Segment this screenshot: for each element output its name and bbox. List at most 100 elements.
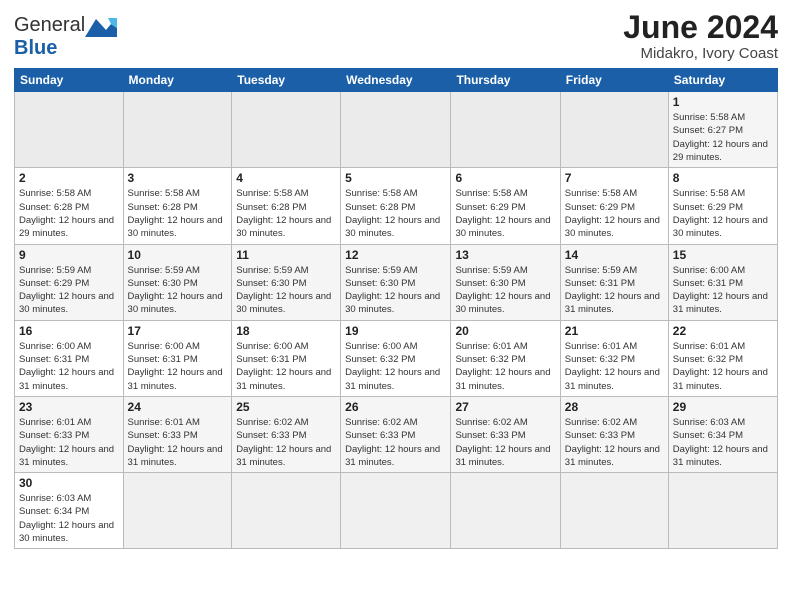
day-info: Sunrise: 5:58 AMSunset: 6:29 PMDaylight:… [455,187,555,240]
calendar-cell: 3 Sunrise: 5:58 AMSunset: 6:28 PMDaylight… [123,168,232,244]
day-info: Sunrise: 6:02 AMSunset: 6:33 PMDaylight:… [236,416,336,469]
calendar-cell: 2Sunrise: 5:58 AMSunset: 6:28 PMDaylight… [15,168,124,244]
day-number: 21 [565,324,664,338]
day-info: Sunrise: 5:58 AMSunset: 6:28 PMDaylight:… [128,187,228,240]
calendar-cell: 5 Sunrise: 5:58 AMSunset: 6:28 PMDaylight… [341,168,451,244]
calendar-cell [341,92,451,168]
calendar-week-row: 1 Sunrise: 5:58 AMSunset: 6:27 PMDaylight… [15,92,778,168]
col-saturday: Saturday [668,69,777,92]
day-number: 16 [19,324,119,338]
day-info: Sunrise: 6:00 AMSunset: 6:31 PMDaylight:… [673,264,773,317]
col-tuesday: Tuesday [232,69,341,92]
day-info: Sunrise: 6:02 AMSunset: 6:33 PMDaylight:… [565,416,664,469]
calendar-cell [232,473,341,549]
day-info: Sunrise: 5:59 AMSunset: 6:30 PMDaylight:… [345,264,446,317]
day-info: Sunrise: 5:59 AMSunset: 6:30 PMDaylight:… [128,264,228,317]
col-wednesday: Wednesday [341,69,451,92]
day-number: 25 [236,400,336,414]
day-number: 6 [455,171,555,185]
calendar-cell: 6 Sunrise: 5:58 AMSunset: 6:29 PMDaylight… [451,168,560,244]
calendar-cell: 27Sunrise: 6:02 AMSunset: 6:33 PMDayligh… [451,396,560,472]
day-info: Sunrise: 5:58 AMSunset: 6:27 PMDaylight:… [673,111,773,164]
day-info: Sunrise: 5:58 AMSunset: 6:29 PMDaylight:… [673,187,773,240]
day-number: 18 [236,324,336,338]
day-number: 28 [565,400,664,414]
day-number: 12 [345,248,446,262]
day-info: Sunrise: 6:00 AMSunset: 6:31 PMDaylight:… [128,340,228,393]
col-monday: Monday [123,69,232,92]
title-block: June 2024 Midakro, Ivory Coast [623,10,778,62]
calendar-cell: 23 Sunrise: 6:01 AMSunset: 6:33 PMDayligh… [15,396,124,472]
col-friday: Friday [560,69,668,92]
calendar-table: Sunday Monday Tuesday Wednesday Thursday… [14,68,778,549]
calendar-week-row: 23 Sunrise: 6:01 AMSunset: 6:33 PMDayligh… [15,396,778,472]
day-info: Sunrise: 6:01 AMSunset: 6:32 PMDaylight:… [565,340,664,393]
day-number: 30 [19,476,119,490]
day-number: 14 [565,248,664,262]
calendar-cell: 10Sunrise: 5:59 AMSunset: 6:30 PMDayligh… [123,244,232,320]
calendar-cell [451,473,560,549]
calendar-title: June 2024 [623,10,778,45]
day-number: 26 [345,400,446,414]
day-number: 2 [19,171,119,185]
calendar-cell: 29Sunrise: 6:03 AMSunset: 6:34 PMDayligh… [668,396,777,472]
day-number: 1 [673,95,773,109]
calendar-cell: 30 Sunrise: 6:03 AMSunset: 6:34 PMDayligh… [15,473,124,549]
calendar-cell: 4Sunrise: 5:58 AMSunset: 6:28 PMDaylight… [232,168,341,244]
calendar-week-row: 30 Sunrise: 6:03 AMSunset: 6:34 PMDayligh… [15,473,778,549]
day-info: Sunrise: 5:59 AMSunset: 6:30 PMDaylight:… [236,264,336,317]
day-info: Sunrise: 6:00 AMSunset: 6:31 PMDaylight:… [236,340,336,393]
day-info: Sunrise: 5:58 AMSunset: 6:28 PMDaylight:… [345,187,446,240]
day-number: 17 [128,324,228,338]
calendar-cell: 26 Sunrise: 6:02 AMSunset: 6:33 PMDayligh… [341,396,451,472]
day-number: 23 [19,400,119,414]
calendar-cell [232,92,341,168]
day-info: Sunrise: 6:03 AMSunset: 6:34 PMDaylight:… [19,492,119,545]
calendar-cell [15,92,124,168]
day-info: Sunrise: 6:01 AMSunset: 6:32 PMDaylight:… [673,340,773,393]
calendar-cell [560,473,668,549]
logo-blue: Blue [14,37,57,60]
calendar-cell: 14 Sunrise: 5:59 AMSunset: 6:31 PMDayligh… [560,244,668,320]
calendar-subtitle: Midakro, Ivory Coast [623,45,778,62]
day-info: Sunrise: 6:01 AMSunset: 6:32 PMDaylight:… [455,340,555,393]
day-number: 15 [673,248,773,262]
calendar-cell: 13 Sunrise: 5:59 AMSunset: 6:30 PMDayligh… [451,244,560,320]
calendar-cell: 8 Sunrise: 5:58 AMSunset: 6:29 PMDaylight… [668,168,777,244]
day-info: Sunrise: 6:02 AMSunset: 6:33 PMDaylight:… [345,416,446,469]
calendar-cell [668,473,777,549]
col-sunday: Sunday [15,69,124,92]
calendar-cell: 18 Sunrise: 6:00 AMSunset: 6:31 PMDayligh… [232,320,341,396]
calendar-cell [560,92,668,168]
logo-general: General [14,14,85,37]
day-info: Sunrise: 6:00 AMSunset: 6:31 PMDaylight:… [19,340,119,393]
day-number: 5 [345,171,446,185]
calendar-cell [123,92,232,168]
calendar-week-row: 9Sunrise: 5:59 AMSunset: 6:29 PMDaylight… [15,244,778,320]
day-info: Sunrise: 5:58 AMSunset: 6:29 PMDaylight:… [565,187,664,240]
calendar-cell: 15 Sunrise: 6:00 AMSunset: 6:31 PMDayligh… [668,244,777,320]
day-number: 20 [455,324,555,338]
day-number: 7 [565,171,664,185]
calendar-cell: 20 Sunrise: 6:01 AMSunset: 6:32 PMDayligh… [451,320,560,396]
calendar-cell: 7 Sunrise: 5:58 AMSunset: 6:29 PMDaylight… [560,168,668,244]
day-info: Sunrise: 5:59 AMSunset: 6:29 PMDaylight:… [19,264,119,317]
day-number: 8 [673,171,773,185]
day-number: 13 [455,248,555,262]
day-info: Sunrise: 6:02 AMSunset: 6:33 PMDaylight:… [455,416,555,469]
day-number: 19 [345,324,446,338]
day-info: Sunrise: 5:59 AMSunset: 6:31 PMDaylight:… [565,264,664,317]
day-number: 3 [128,171,228,185]
day-number: 4 [236,171,336,185]
calendar-cell: 22Sunrise: 6:01 AMSunset: 6:32 PMDayligh… [668,320,777,396]
calendar-header-row: Sunday Monday Tuesday Wednesday Thursday… [15,69,778,92]
calendar-week-row: 16 Sunrise: 6:00 AMSunset: 6:31 PMDayligh… [15,320,778,396]
day-number: 24 [128,400,228,414]
day-info: Sunrise: 6:00 AMSunset: 6:32 PMDaylight:… [345,340,446,393]
day-info: Sunrise: 6:01 AMSunset: 6:33 PMDaylight:… [128,416,228,469]
calendar-cell: 24 Sunrise: 6:01 AMSunset: 6:33 PMDayligh… [123,396,232,472]
day-info: Sunrise: 5:59 AMSunset: 6:30 PMDaylight:… [455,264,555,317]
calendar-cell: 25 Sunrise: 6:02 AMSunset: 6:33 PMDayligh… [232,396,341,472]
calendar-week-row: 2 Sunrise: 5:58 AMSunset: 6:28 PMDaylight… [15,168,778,244]
day-info: Sunrise: 6:01 AMSunset: 6:33 PMDaylight:… [19,416,119,469]
